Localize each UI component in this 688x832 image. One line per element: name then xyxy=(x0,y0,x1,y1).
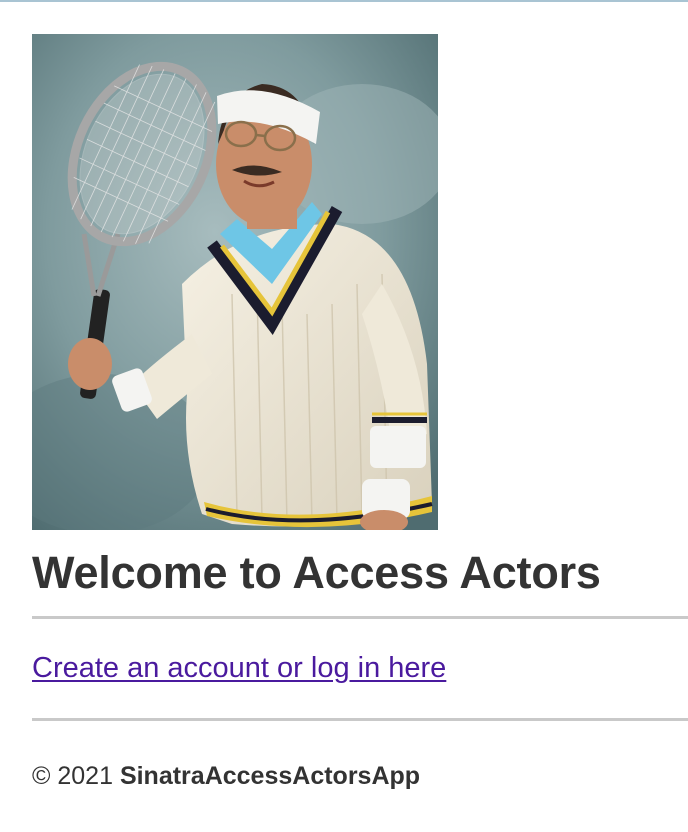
divider-bottom xyxy=(32,718,688,721)
create-account-login-link[interactable]: Create an account or log in here xyxy=(32,651,446,685)
top-border xyxy=(0,0,688,2)
footer-copyright: © 2021 xyxy=(32,762,113,790)
footer: © 2021 SinatraAccessActorsApp xyxy=(32,761,688,791)
hero-photo-illustration xyxy=(32,34,438,530)
footer-app-name: SinatraAccessActorsApp xyxy=(119,762,421,790)
page-title: Welcome to Access Actors xyxy=(32,547,601,598)
divider-top xyxy=(32,616,688,619)
page-content: Welcome to Access Actors Create an accou… xyxy=(32,34,688,791)
hand-right xyxy=(68,338,112,390)
hero-image xyxy=(32,34,438,530)
